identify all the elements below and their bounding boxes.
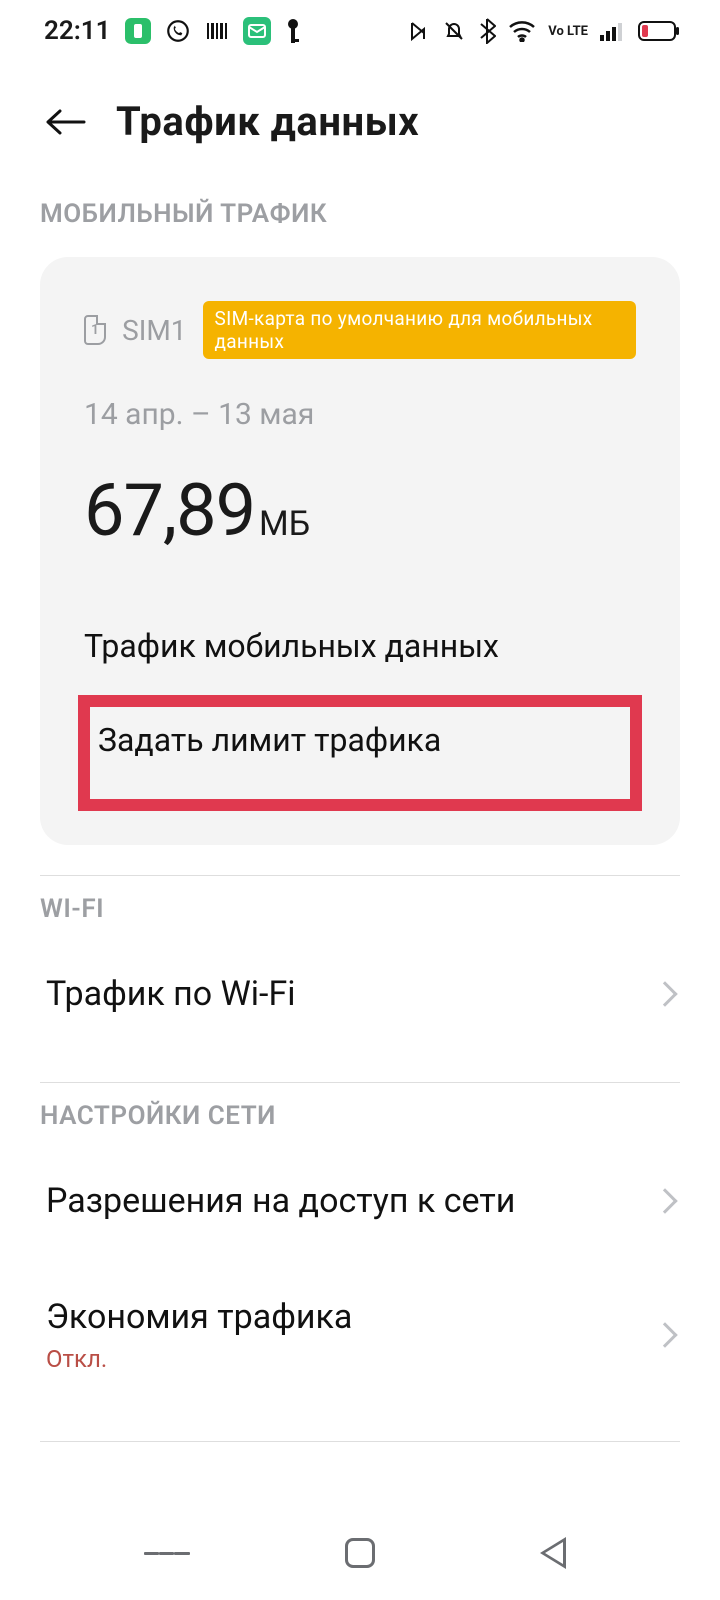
- section-wifi-label: WI-FI: [0, 876, 720, 936]
- sim-icon: 1: [84, 315, 106, 345]
- page-title: Трафик данных: [116, 98, 419, 145]
- data-saver-state: Откл.: [46, 1345, 352, 1373]
- key-icon: [285, 17, 301, 45]
- data-saver-title: Экономия трафика: [46, 1297, 352, 1337]
- wifi-traffic-title: Трафик по Wi-Fi: [46, 974, 296, 1014]
- dnd-bell-icon: [442, 19, 466, 43]
- status-left: 22:11: [44, 16, 301, 46]
- usage-amount: 67,89 МБ: [84, 468, 636, 553]
- wifi-traffic-row[interactable]: Трафик по Wi-Fi: [0, 936, 720, 1052]
- usage-date-range: 14 апр. – 13 мая: [84, 397, 636, 432]
- status-bar: 22:11 Vo LTE: [0, 0, 720, 62]
- nfc-icon: [406, 19, 430, 43]
- mail-icon: [243, 17, 271, 45]
- data-saver-row[interactable]: Экономия трафика Откл.: [0, 1259, 720, 1411]
- set-traffic-limit-link[interactable]: Задать лимит трафика: [98, 721, 622, 759]
- chevron-right-icon: [652, 1188, 677, 1213]
- signal-icon: [600, 21, 626, 41]
- sim-label: SIM1: [122, 314, 186, 347]
- usage-value: 67,89: [84, 468, 255, 553]
- mobile-traffic-link[interactable]: Трафик мобильных данных: [84, 627, 636, 665]
- network-permissions-title: Разрешения на доступ к сети: [46, 1181, 515, 1221]
- app-header: Трафик данных: [0, 62, 720, 181]
- chevron-right-icon: [652, 1322, 677, 1347]
- back-button[interactable]: [46, 102, 86, 142]
- battery-icon: [638, 20, 680, 42]
- back-nav-button[interactable]: [530, 1530, 576, 1576]
- highlight-annotation: Задать лимит трафика: [78, 695, 642, 811]
- status-right: Vo LTE: [406, 18, 680, 44]
- barcode-icon: [205, 19, 229, 43]
- recents-button[interactable]: [144, 1530, 190, 1576]
- network-permissions-row[interactable]: Разрешения на доступ к сети: [0, 1143, 720, 1259]
- sim-usage-card: 1 SIM1 SIM-карта по умолчанию для мобиль…: [40, 257, 680, 845]
- default-sim-badge: SIM-карта по умолчанию для мобильных дан…: [203, 301, 636, 359]
- volte-icon: Vo LTE: [548, 25, 588, 38]
- battery-app-icon: [125, 18, 151, 44]
- whatsapp-icon: [165, 18, 191, 44]
- usage-unit: МБ: [259, 504, 310, 544]
- sim-row: 1 SIM1 SIM-карта по умолчанию для мобиль…: [84, 301, 636, 359]
- status-time: 22:11: [44, 16, 111, 46]
- divider: [40, 1441, 680, 1442]
- system-nav-bar: [0, 1530, 720, 1576]
- chevron-right-icon: [652, 981, 677, 1006]
- wifi-icon: [508, 20, 536, 42]
- home-button[interactable]: [337, 1530, 383, 1576]
- bluetooth-icon: [478, 18, 496, 44]
- section-mobile-label: МОБИЛЬНЫЙ ТРАФИК: [0, 181, 720, 241]
- section-network-label: НАСТРОЙКИ СЕТИ: [0, 1083, 720, 1143]
